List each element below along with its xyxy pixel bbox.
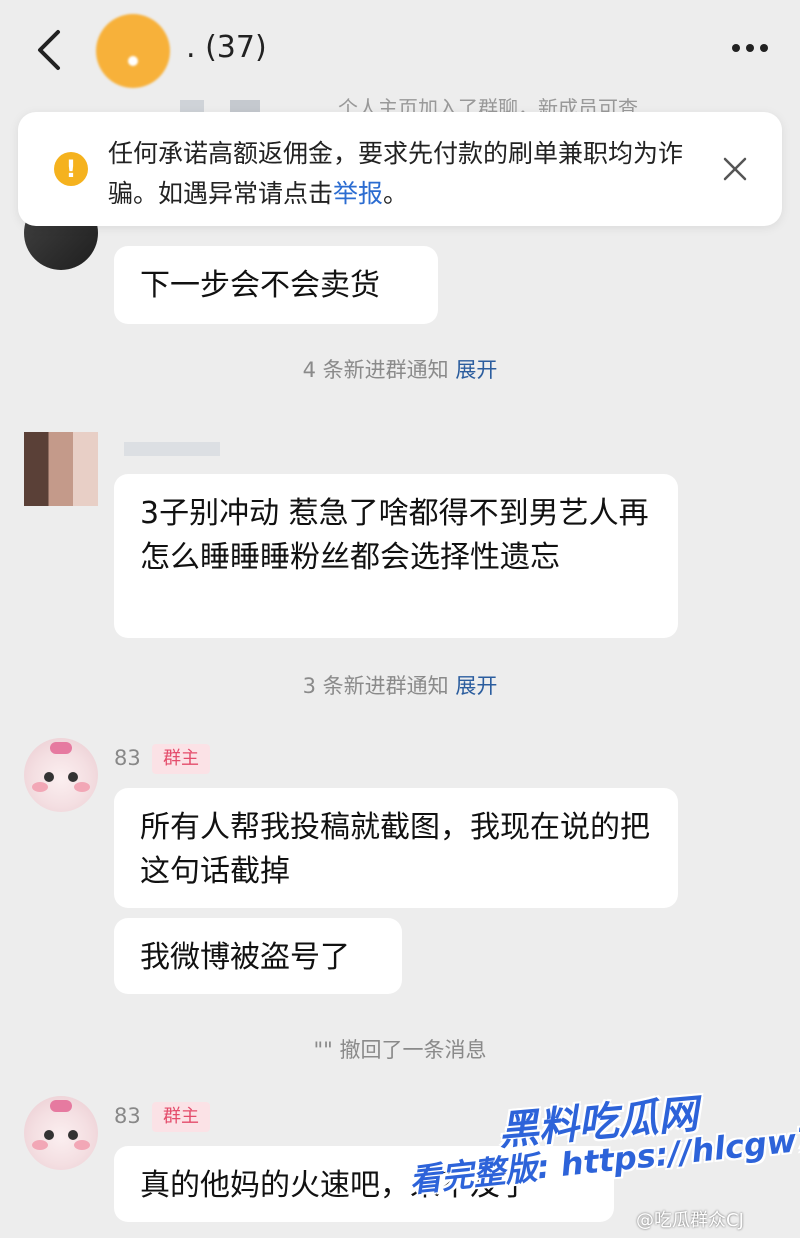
warning-text: 任何承诺高额返佣金，要求先付款的刷单兼职均为诈骗。如遇异常请点击举报。 [108,139,684,208]
fraud-warning-banner: ! 任何承诺高额返佣金，要求先付款的刷单兼职均为诈骗。如遇异常请点击举报。 [18,112,782,226]
message-bubble: 3子别冲动 惹急了啥都得不到男艺人再怎么睡睡睡粉丝都会选择性遗忘 [114,474,678,638]
group-title: . (37) [186,30,267,65]
avatar[interactable] [24,432,98,506]
owner-badge: 群主 [152,1102,210,1132]
pixelated-name [124,442,220,456]
expand-link[interactable]: 展开 [455,358,497,382]
report-link[interactable]: 举报 [333,179,383,208]
username: 83 [114,1104,141,1128]
more-dots-icon[interactable] [732,44,768,52]
group-avatar[interactable] [96,14,170,88]
username: 83 [114,746,141,770]
exclamation-icon: ! [54,152,88,186]
owner-badge: 群主 [152,744,210,774]
top-bar: . (37) [0,0,800,100]
avatar[interactable] [24,738,98,812]
join-notice: 4 条新进群通知 展开 [302,358,498,382]
weibo-watermark: @吃瓜群众CJ [636,1210,744,1231]
chevron-left-icon[interactable] [28,26,72,74]
recall-notice: "" 撤回了一条消息 [313,1038,487,1062]
expand-link[interactable]: 展开 [455,674,497,698]
message-bubble: 下一步会不会卖货 [114,246,438,324]
message-bubble: 我微博被盗号了 [114,918,402,994]
message-bubble: 所有人帮我投稿就截图，我现在说的把这句话截掉 [114,788,678,908]
close-icon[interactable] [720,154,750,184]
join-notice: 3 条新进群通知 展开 [302,674,498,698]
avatar[interactable] [24,1096,98,1170]
